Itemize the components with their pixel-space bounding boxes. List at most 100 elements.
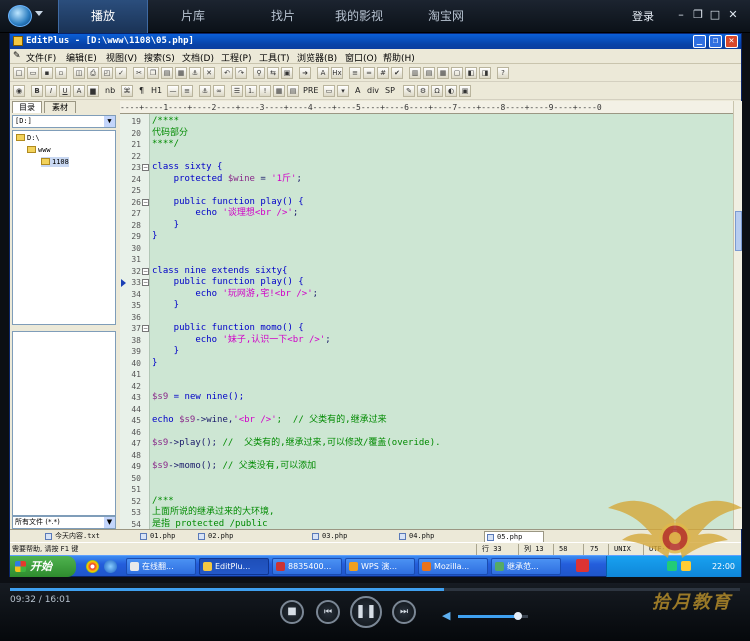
center-icon[interactable]: ≡: [181, 85, 193, 97]
task-editplus[interactable]: EditPlu...: [199, 558, 269, 575]
pre-icon[interactable]: PRE: [303, 85, 318, 97]
fold-toggle-icon[interactable]: −: [142, 279, 149, 286]
menu-view[interactable]: 视图(V): [106, 51, 137, 64]
window-cascade-icon[interactable]: ▤: [423, 67, 435, 79]
fold-toggle-icon[interactable]: −: [142, 164, 149, 171]
menu-project[interactable]: 工程(P): [221, 51, 251, 64]
font-color-icon[interactable]: A: [73, 85, 85, 97]
underline-icon[interactable]: U: [59, 85, 71, 97]
image-icon[interactable]: ⌘: [121, 85, 133, 97]
span-icon[interactable]: SP: [385, 85, 395, 97]
save-icon[interactable]: ▪: [41, 67, 53, 79]
code-line[interactable]: }: [150, 231, 733, 243]
window-minimize-icon[interactable]: _: [693, 35, 706, 48]
word-wrap-icon[interactable]: ≡: [349, 67, 361, 79]
code-line[interactable]: [150, 381, 733, 393]
spell-check-icon[interactable]: ✓: [115, 67, 127, 79]
line-number-icon[interactable]: #: [377, 67, 389, 79]
italic-icon[interactable]: I: [45, 85, 57, 97]
ruler-icon[interactable]: ═: [363, 67, 375, 79]
doc-tab-01[interactable]: 01.php: [138, 531, 194, 542]
doc-tab-05[interactable]: 05.php: [484, 531, 544, 542]
div-icon[interactable]: div: [367, 85, 379, 97]
scrollbar-thumb[interactable]: [735, 211, 742, 251]
chevron-down-icon[interactable]: ▼: [104, 116, 115, 127]
print-preview-icon[interactable]: ◰: [101, 67, 113, 79]
find-in-files-icon[interactable]: ▣: [281, 67, 293, 79]
view-check-icon[interactable]: ✔: [391, 67, 403, 79]
previous-icon[interactable]: ⏮: [316, 600, 340, 624]
menu-search[interactable]: 搜索(S): [144, 51, 175, 64]
tree-node-www[interactable]: www: [27, 145, 51, 155]
save-all-icon[interactable]: ▫: [55, 67, 67, 79]
code-line[interactable]: [150, 312, 733, 324]
chrome-icon[interactable]: [86, 560, 99, 573]
window-tile-icon[interactable]: ▥: [409, 67, 421, 79]
list-icon[interactable]: ☰: [231, 85, 243, 97]
fold-toggle-icon[interactable]: −: [142, 267, 149, 275]
heading-icon[interactable]: H1: [151, 85, 162, 97]
code-line[interactable]: [150, 185, 733, 197]
code-line[interactable]: echo '玩网游,宅!<br />';: [150, 289, 733, 301]
code-line[interactable]: ****/: [150, 139, 733, 151]
task-inherit[interactable]: 继承范...: [491, 558, 561, 575]
code-line[interactable]: }: [150, 358, 733, 370]
fullscreen-icon[interactable]: ▢: [451, 67, 463, 79]
new-file-icon[interactable]: □: [13, 67, 25, 79]
print-icon[interactable]: ⎙: [87, 67, 99, 79]
window-close-icon[interactable]: ✕: [725, 35, 738, 48]
css-icon[interactable]: ✎: [403, 85, 415, 97]
code-line[interactable]: $s9->momo(); // 父类没有,可以添加: [150, 461, 733, 473]
code-line[interactable]: class sixty {: [150, 162, 733, 174]
tab-directory[interactable]: 目录: [12, 101, 42, 113]
code-line[interactable]: public function play() {: [150, 197, 733, 209]
task-translate[interactable]: 在线翻...: [126, 558, 196, 575]
font-size-icon[interactable]: A: [317, 67, 329, 79]
doc-tab-04[interactable]: 04.php: [397, 531, 453, 542]
clip-text-icon[interactable]: ◨: [479, 67, 491, 79]
maximize-icon[interactable]: □: [709, 9, 721, 21]
menu-document[interactable]: 文档(D): [182, 51, 214, 64]
menu-file[interactable]: 文件(F): [26, 51, 56, 64]
window-restore-icon[interactable]: ❐: [709, 35, 722, 48]
code-line[interactable]: /****: [150, 116, 733, 128]
code-line[interactable]: echo '妹子,认识一下<br />';: [150, 335, 733, 347]
task-folder[interactable]: 8835400...: [272, 558, 342, 575]
task-wps[interactable]: WPS 演...: [345, 558, 415, 575]
code-area[interactable]: /**** 代码部分 ****/ class sixty { protected $w…: [150, 114, 733, 529]
code-line[interactable]: }: [150, 220, 733, 232]
restore-icon[interactable]: ❐: [692, 9, 704, 21]
volume-slider[interactable]: [458, 612, 528, 620]
script-icon[interactable]: ⚙: [417, 85, 429, 97]
input-icon[interactable]: ▭: [323, 85, 335, 97]
player-logo-icon[interactable]: [8, 5, 32, 27]
logo-menu-chevron-icon[interactable]: [35, 11, 43, 16]
anchor-icon[interactable]: ⚓: [189, 67, 201, 79]
menu-help[interactable]: 帮助(H): [383, 51, 415, 64]
window-list-icon[interactable]: ▦: [437, 67, 449, 79]
tab-play[interactable]: 播放: [58, 0, 148, 33]
tab-my-videos[interactable]: 我的影视: [314, 0, 404, 33]
volume-knob[interactable]: [513, 612, 522, 620]
code-line[interactable]: [150, 243, 733, 255]
tree-node-root[interactable]: D:\: [16, 133, 40, 143]
browser-icon[interactable]: ◉: [13, 85, 25, 97]
close-icon[interactable]: ✕: [727, 9, 739, 21]
doc-tab-02[interactable]: 02.php: [196, 531, 252, 542]
code-line[interactable]: $s9->play(); // 父类有的,继承过来,可以修改/覆盖(overid…: [150, 438, 733, 450]
redo-icon[interactable]: ↷: [235, 67, 247, 79]
clipboard-icon[interactable]: ▦: [175, 67, 187, 79]
code-line[interactable]: class nine extends sixty{: [150, 266, 733, 278]
menu-tools[interactable]: 工具(T): [259, 51, 290, 64]
tree-node-1108[interactable]: 1108: [41, 157, 69, 167]
nbsp-icon[interactable]: nb: [105, 85, 115, 97]
code-line[interactable]: [150, 404, 733, 416]
minimize-icon[interactable]: –: [675, 9, 687, 21]
bold-icon[interactable]: B: [31, 85, 43, 97]
link-icon[interactable]: ∞: [213, 85, 225, 97]
ftp-icon[interactable]: ◫: [73, 67, 85, 79]
menu-window[interactable]: 窗口(O): [345, 51, 377, 64]
code-line[interactable]: protected $wine = '1斤';: [150, 174, 733, 186]
code-line[interactable]: public function play() {: [150, 277, 733, 289]
pause-icon[interactable]: ❚❚: [350, 596, 382, 628]
